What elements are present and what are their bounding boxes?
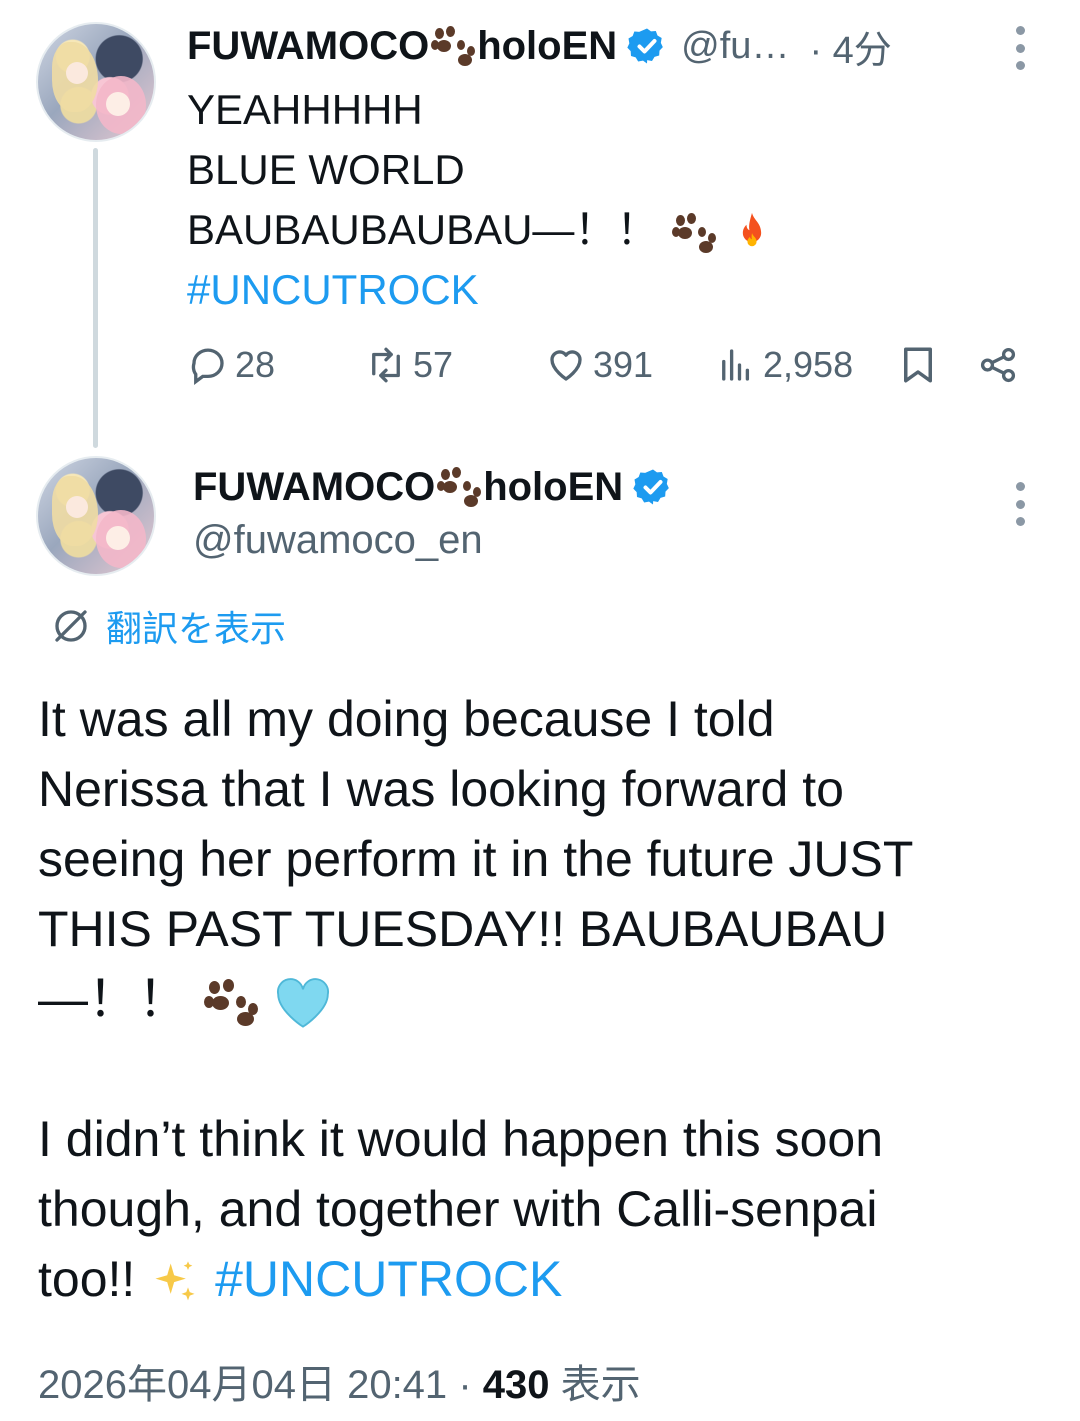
verified-badge-icon: [627, 28, 664, 64]
share-button[interactable]: [977, 338, 1025, 392]
paw-prints-icon: [672, 212, 717, 253]
reply-handle[interactable]: @fu…: [681, 25, 789, 68]
tweet-metadata: 2026年04月04日 20:41 · 430 表示: [38, 1352, 641, 1410]
main-handle[interactable]: @fuwamoco_en: [193, 518, 483, 563]
verified-badge-icon: [633, 469, 670, 505]
main-display-name-right[interactable]: holoEN: [483, 465, 623, 510]
meta-separator: ·: [458, 1363, 472, 1407]
reply-time[interactable]: · 4分: [809, 19, 891, 74]
main-tweet-body: It was all my doing because I told Neris…: [38, 684, 1048, 1314]
thread-connector-line: [93, 148, 98, 448]
translate-globe-icon: [55, 610, 87, 642]
main-hashtag-link[interactable]: #UNCUTROCK: [215, 1251, 562, 1307]
retweet-icon: [372, 347, 400, 383]
analytics-icon: [722, 349, 750, 381]
fire-emoji-icon: [742, 212, 761, 247]
reply-text-line: BLUE WORLD: [187, 146, 465, 193]
views-button[interactable]: 2,958: [715, 338, 853, 392]
comment-icon: [191, 348, 224, 385]
main-display-name-left[interactable]: FUWAMOCO: [193, 465, 435, 510]
main-text-line: —！！: [38, 964, 1048, 1034]
paw-prints-icon: [431, 26, 476, 66]
main-text-line: I didn’t think it would happen this soon: [38, 1111, 883, 1167]
tweet-view-label: 表示: [560, 1363, 641, 1407]
paw-prints-icon: [203, 978, 258, 1027]
main-text-line: THIS PAST TUESDAY!! BAUBAUBAU: [38, 901, 888, 957]
paw-prints-icon: [437, 467, 482, 507]
like-count: 391: [593, 344, 654, 385]
bookmark-icon: [904, 347, 932, 383]
paragraph-break: [38, 1034, 1048, 1104]
reply-text-line: BAUBAUBAUBAU—！！: [187, 200, 1047, 260]
reply-text-fragment: BAUBAUBAUBAU—！！: [187, 206, 659, 253]
sparkles-emoji-icon: [155, 1261, 195, 1301]
heart-icon: [550, 350, 582, 381]
retweet-button[interactable]: 57: [365, 338, 453, 392]
main-more-options-icon[interactable]: [1014, 482, 1026, 526]
main-text-line: It was all my doing because I told: [38, 691, 775, 747]
reply-more-options-icon[interactable]: [1014, 26, 1026, 70]
reply-tweet-body: YEAHHHHH BLUE WORLD BAUBAUBAUBAU—！！ #UNC…: [187, 80, 1047, 320]
main-text-fragment: —！！: [38, 971, 188, 1027]
main-text-line: Nerissa that I was looking forward to: [38, 761, 844, 817]
reply-tweet-avatar[interactable]: [36, 22, 156, 142]
like-button[interactable]: 391: [545, 338, 653, 392]
main-text-line: too!! #UNCUTROCK: [38, 1244, 1048, 1314]
reply-count: 28: [235, 344, 276, 385]
bookmark-button[interactable]: [897, 338, 945, 392]
tweet-timestamp[interactable]: 2026年04月04日 20:41: [38, 1363, 447, 1407]
reply-display-name-left[interactable]: FUWAMOCO: [187, 24, 429, 69]
reply-text-line: YEAHHHHH: [187, 86, 423, 133]
translate-label: 翻訳を表示: [106, 608, 287, 649]
translate-link[interactable]: 翻訳を表示: [50, 600, 286, 652]
light-blue-heart-emoji-icon: [276, 977, 329, 1028]
retweet-count: 57: [413, 344, 454, 385]
reply-action-bar: 28 57 391 2,958: [187, 338, 1027, 392]
main-tweet-avatar[interactable]: [36, 456, 156, 576]
main-text-line: though, and together with Calli-senpai: [38, 1181, 878, 1237]
reply-display-name-right[interactable]: holoEN: [477, 24, 617, 69]
tweet-view-count: 430: [482, 1363, 550, 1407]
reply-hashtag-link[interactable]: #UNCUTROCK: [187, 260, 1047, 320]
share-icon: [980, 347, 1016, 383]
view-count: 2,958: [763, 344, 854, 385]
reply-tweet-header: FUWAMOCO holoEN @fu… · 4分: [187, 22, 892, 72]
main-tweet-name-row: FUWAMOCO holoEN: [193, 462, 673, 512]
main-text-line: seeing her perform it in the future JUST: [38, 831, 914, 887]
reply-button[interactable]: 28: [187, 338, 275, 392]
main-text-fragment: too!!: [38, 1251, 136, 1307]
